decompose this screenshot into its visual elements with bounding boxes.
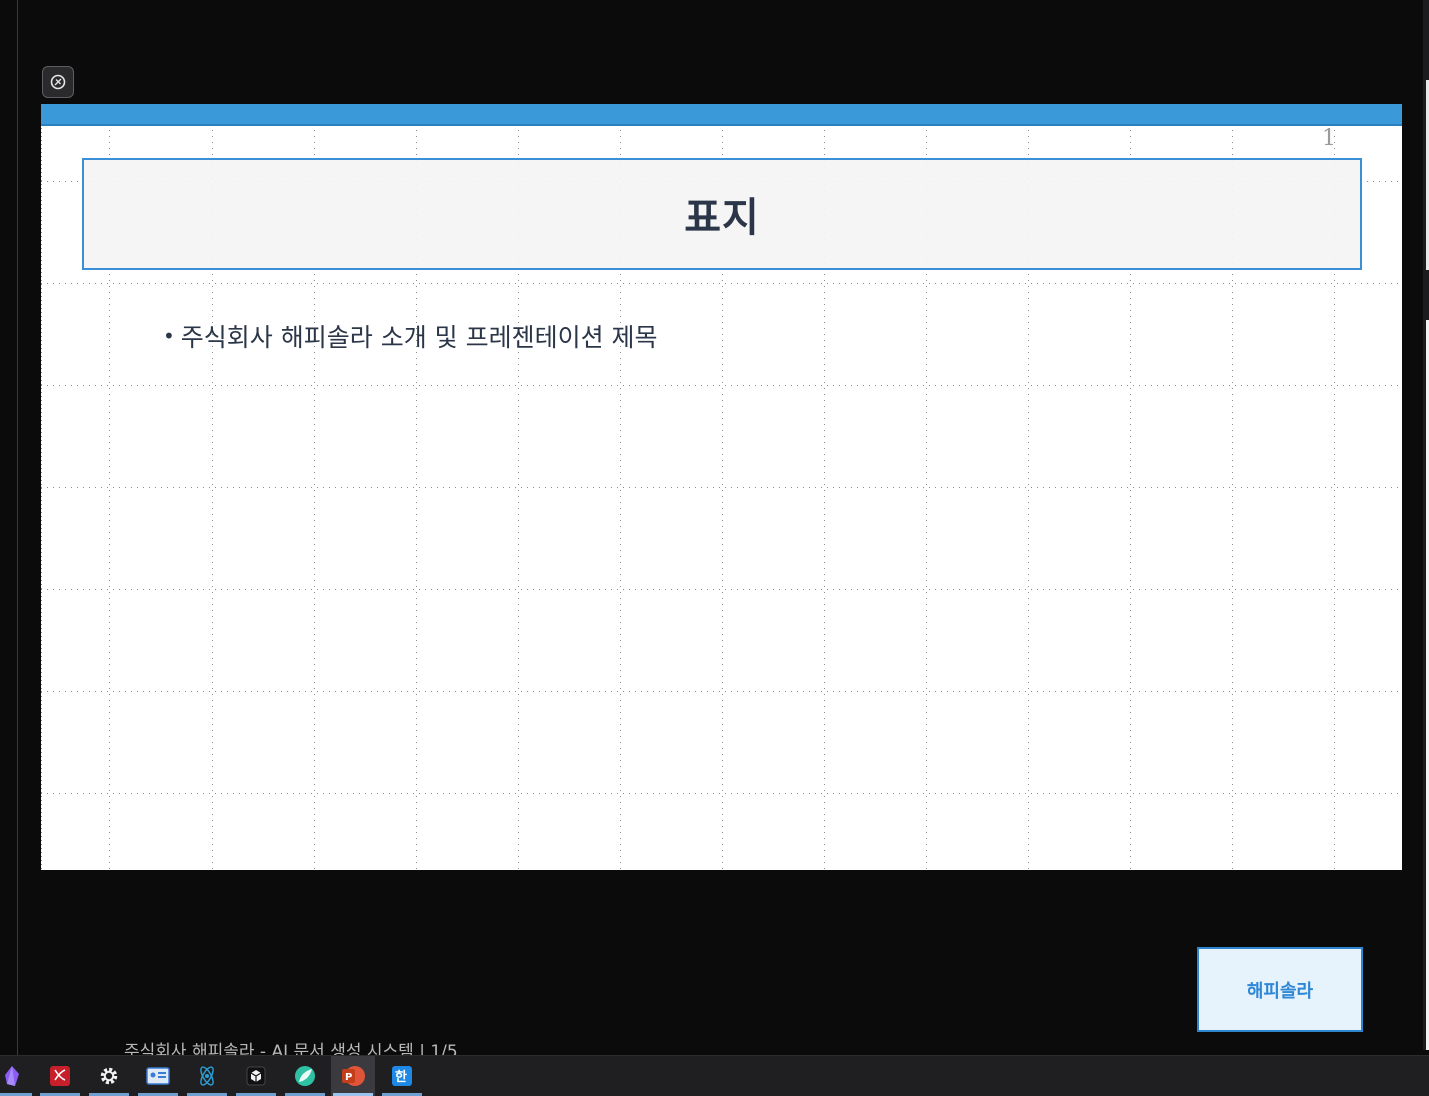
electron-icon: [200, 1066, 214, 1086]
slide-header-bar: [41, 104, 1402, 126]
slide-canvas[interactable]: 1 표지 • 주식회사 해피솔라 소개 및 프레젠테이션 제목: [41, 104, 1402, 870]
pdf-icon: [50, 1066, 70, 1086]
bullet-text: 주식회사 해피솔라 소개 및 프레젠테이션 제목: [180, 323, 658, 352]
crystal-icon: [5, 1066, 19, 1086]
copilot-icon: [50, 74, 66, 90]
taskbar-app-electron[interactable]: [185, 1056, 229, 1096]
bullet-item[interactable]: • 주식회사 해피솔라 소개 및 프레젠테이션 제목: [163, 318, 658, 354]
powerpoint-glyph: P: [345, 1072, 352, 1083]
company-logo-box: 해피솔라: [1197, 947, 1363, 1032]
powerpoint-icon: P: [342, 1066, 365, 1086]
copilot-button[interactable]: [42, 66, 74, 98]
cube-icon: [246, 1066, 266, 1086]
leaf-icon: [295, 1066, 315, 1086]
taskbar-app-idcard[interactable]: [136, 1056, 180, 1096]
taskbar-app-leaf[interactable]: [283, 1056, 327, 1096]
id-card-icon: [146, 1067, 170, 1085]
hangul-icon: 한: [392, 1066, 412, 1086]
slide-page-number: 1: [1322, 126, 1336, 151]
window-left-border: [17, 0, 18, 1055]
hangul-glyph: 한: [395, 1069, 407, 1085]
slide-title: 표지: [684, 195, 760, 241]
gear-icon: [100, 1067, 118, 1085]
bullet-marker: •: [163, 324, 175, 348]
taskbar-app-obsidian[interactable]: [0, 1056, 34, 1096]
taskbar-app-settings[interactable]: [87, 1056, 131, 1096]
title-placeholder[interactable]: 표지: [82, 158, 1362, 270]
logo-label: 해피솔라: [1246, 980, 1314, 1002]
taskbar-app-powerpoint[interactable]: P: [331, 1056, 375, 1096]
taskbar-app-hangul[interactable]: 한: [380, 1056, 424, 1096]
taskbar: P 한: [0, 1055, 1429, 1096]
taskbar-app-cube[interactable]: [234, 1056, 278, 1096]
taskbar-app-pdf[interactable]: [38, 1056, 82, 1096]
right-scrollbar[interactable]: [1423, 0, 1429, 1055]
